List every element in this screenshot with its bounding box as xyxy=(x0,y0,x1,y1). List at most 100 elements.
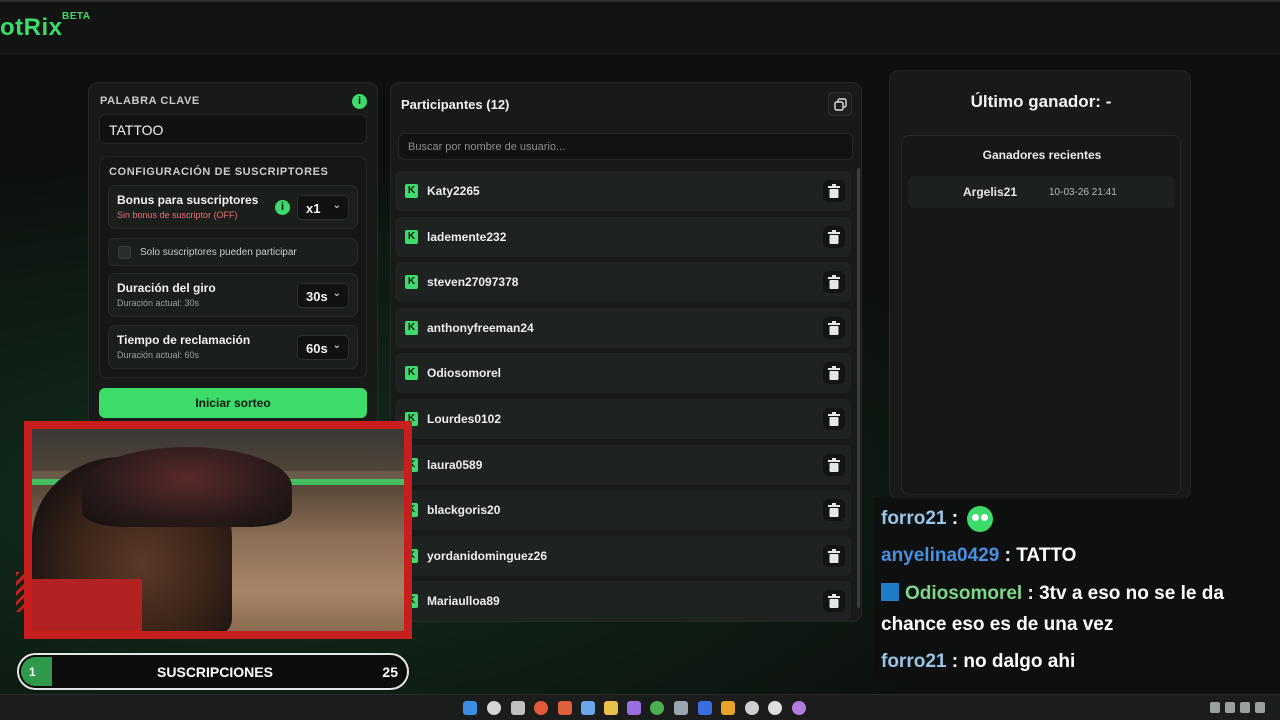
chat-message: forro21 : xyxy=(873,498,1280,535)
participant-name: steven27097378 xyxy=(427,275,519,290)
participant-row[interactable]: Klaura0589 xyxy=(395,444,851,485)
shield-icon[interactable] xyxy=(698,701,712,715)
trash-icon xyxy=(828,457,840,472)
delete-button[interactable] xyxy=(823,544,845,567)
brave-icon[interactable] xyxy=(558,701,572,715)
delete-button[interactable] xyxy=(823,180,845,202)
claim-time-option: Tiempo de reclamación Duración actual: 6… xyxy=(108,325,358,369)
tray-icon[interactable] xyxy=(1225,702,1235,713)
participant-name: Lourdes0102 xyxy=(427,411,502,426)
delete-button[interactable] xyxy=(823,225,845,248)
settings-panel: PALABRA CLAVE i TATTOO CONFIGURACIÓN DE … xyxy=(88,82,378,427)
last-winner-title: Último ganador: - xyxy=(970,92,1112,111)
participant-name: lademente232 xyxy=(427,229,507,244)
chat-separator: : xyxy=(999,545,1017,566)
wifi-icon[interactable] xyxy=(1240,702,1250,713)
participant-row[interactable]: K Lourdes0102 xyxy=(395,398,851,439)
browser-icon[interactable] xyxy=(534,701,548,715)
participant-scrollbar[interactable] xyxy=(857,168,860,608)
settings-icon[interactable] xyxy=(768,701,782,715)
bonus-option: Bonus para suscriptores Sin bonus de sus… xyxy=(108,185,358,229)
claim-time-select[interactable]: 60s ⌄ xyxy=(297,335,349,360)
calendar-icon[interactable] xyxy=(581,701,595,715)
chat-separator: : xyxy=(946,508,964,529)
trash-icon xyxy=(828,503,840,518)
keyword-info-icon[interactable]: i xyxy=(352,94,367,109)
claim-time-subtitle: Duración actual: 60s xyxy=(117,350,200,360)
participant-row[interactable]: Kyordanidominguez26 xyxy=(395,535,851,576)
participant-name: Mariaulloa89 xyxy=(427,594,500,609)
claim-time-value: 60s xyxy=(306,341,328,356)
delete-button[interactable] xyxy=(823,499,845,522)
keyword-label: PALABRA CLAVE xyxy=(100,95,200,107)
bonus-info-icon[interactable]: i xyxy=(275,200,290,215)
participant-row[interactable]: Kanthonyfreeman24 xyxy=(395,307,851,348)
trash-icon xyxy=(828,366,840,381)
logo-text: otRix xyxy=(0,14,63,41)
participant-name: anthonyfreeman24 xyxy=(427,320,534,335)
participant-row[interactable]: K Odiosomorel xyxy=(395,353,851,394)
chat-separator: : xyxy=(1022,583,1040,604)
delete-button[interactable] xyxy=(823,362,845,385)
participant-row[interactable]: Ksteven27097378 xyxy=(395,262,851,303)
media-icon[interactable] xyxy=(792,701,806,715)
participant-search-input[interactable]: Buscar por nombre de usuario... xyxy=(398,133,853,160)
search-icon[interactable] xyxy=(487,701,501,715)
start-menu-icon[interactable] xyxy=(463,701,477,715)
tray-icon[interactable] xyxy=(1210,702,1220,713)
subs-label: SUSCRIPCIONES xyxy=(157,664,273,680)
participant-row[interactable]: Kblackgoris20 xyxy=(395,490,851,531)
winner-name: Argelis21 xyxy=(963,185,1018,199)
obs-icon[interactable] xyxy=(745,701,759,715)
app-icon[interactable] xyxy=(627,701,641,715)
spin-duration-value: 30s xyxy=(306,289,328,304)
participant-name: laura0589 xyxy=(427,457,483,472)
chat-message: forro21 : no dalgo ahi xyxy=(873,641,1280,678)
delete-button[interactable] xyxy=(823,453,845,476)
subscriber-config: CONFIGURACIÓN DE SUSCRIPTORES Bonus para… xyxy=(99,156,367,378)
chrome-icon[interactable] xyxy=(650,701,664,715)
spin-duration-select[interactable]: 30s ⌄ xyxy=(297,283,349,308)
winner-panel: Último ganador: - Ganadores recientes Ar… xyxy=(889,70,1191,500)
bonus-title: Bonus para suscriptores xyxy=(117,193,259,207)
chevron-down-icon: ⌄ xyxy=(332,288,341,299)
recent-winners: Ganadores recientes Argelis21 10-03-26 2… xyxy=(901,135,1181,495)
copy-button[interactable] xyxy=(828,92,852,116)
volume-icon[interactable] xyxy=(1255,702,1265,713)
trash-icon xyxy=(828,411,840,426)
delete-button[interactable] xyxy=(823,316,845,339)
trash-icon xyxy=(828,275,840,290)
chat-message: anyelina0429 : TATTO xyxy=(873,535,1280,573)
chat-username: forro21 xyxy=(881,508,947,529)
subs-count: 25 xyxy=(382,664,398,680)
participant-row[interactable]: KMariaulloa89 xyxy=(395,581,851,622)
participant-row[interactable]: Klademente232 xyxy=(395,216,851,257)
emote-icon xyxy=(967,505,994,532)
app-icon[interactable] xyxy=(674,701,688,715)
subscriber-config-title: CONFIGURACIÓN DE SUSCRIPTORES xyxy=(109,166,329,178)
only-subs-label: Solo suscriptores pueden participar xyxy=(140,247,297,258)
spin-duration-subtitle: Duración actual: 30s xyxy=(117,298,200,308)
chat-text: TATTO xyxy=(1016,545,1077,566)
only-subs-checkbox[interactable] xyxy=(118,246,131,259)
keyword-input[interactable]: TATTOO xyxy=(99,114,367,144)
spin-duration-title: Duración del giro xyxy=(117,281,216,295)
delete-button[interactable] xyxy=(823,271,845,294)
app-logo[interactable]: otRix BETA xyxy=(0,11,90,42)
streamer-shirt xyxy=(32,579,142,631)
only-subs-row[interactable]: Solo suscriptores pueden participar xyxy=(108,238,358,266)
delete-button[interactable] xyxy=(823,407,845,430)
delete-button[interactable] xyxy=(823,590,845,613)
folder-icon[interactable] xyxy=(604,701,618,715)
task-view-icon[interactable] xyxy=(511,701,525,715)
kick-icon: K xyxy=(405,275,418,290)
frame-decoration xyxy=(16,572,30,612)
chat-username: forro21 xyxy=(881,651,947,672)
chat-username: anyelina0429 xyxy=(881,545,1000,566)
participant-row[interactable]: K Katy2265 xyxy=(395,171,851,211)
chevron-down-icon: ⌄ xyxy=(332,340,341,351)
kick-icon: K xyxy=(405,366,418,381)
app-icon[interactable] xyxy=(721,701,735,715)
bonus-select[interactable]: x1 ⌄ xyxy=(297,195,349,220)
start-raffle-button[interactable]: Iniciar sorteo xyxy=(99,388,367,418)
